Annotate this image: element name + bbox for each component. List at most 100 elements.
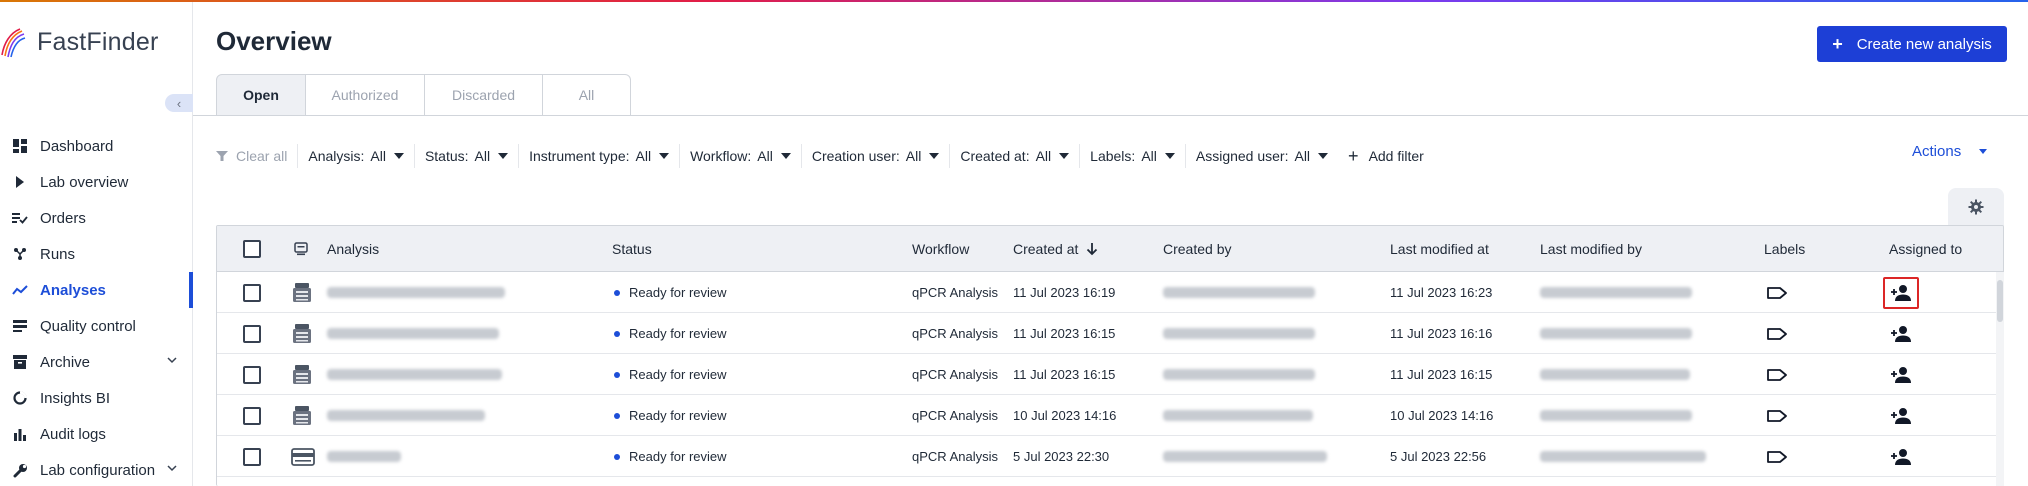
label-tag-icon[interactable] — [1766, 313, 1788, 354]
quality-control-icon — [12, 318, 28, 334]
dashboard-icon — [12, 138, 28, 154]
created-at-cell: 11 Jul 2023 16:15 — [1013, 326, 1116, 341]
brand[interactable]: FastFinder — [0, 24, 158, 60]
collapse-sidebar-button[interactable]: ‹ — [165, 94, 193, 112]
label-tag-icon[interactable] — [1766, 395, 1788, 436]
filter-creation-user[interactable]: Creation user: All — [812, 141, 940, 171]
top-accent-line — [0, 0, 2028, 2]
sidebar-item-label: Insights BI — [40, 389, 111, 407]
tab-open[interactable]: Open — [216, 74, 306, 116]
table-settings-button[interactable] — [1948, 188, 2004, 226]
column-header-last-modified-at[interactable]: Last modified at — [1390, 226, 1489, 272]
filter-label: Status: — [424, 148, 469, 164]
column-header-last-modified-by[interactable]: Last modified by — [1540, 226, 1642, 272]
sidebar-item-lab-configuration[interactable]: Lab configuration — [0, 452, 193, 486]
row-checkbox[interactable] — [243, 283, 261, 302]
filter-divider — [949, 144, 951, 168]
caret-down-icon — [1318, 153, 1329, 159]
row-checkbox[interactable] — [243, 365, 261, 384]
column-header-workflow[interactable]: Workflow — [912, 226, 969, 272]
created-at-cell: 5 Jul 2023 22:30 — [1013, 449, 1110, 464]
sidebar-item-quality-control[interactable]: Quality control — [0, 308, 193, 344]
caret-down-icon — [498, 153, 509, 159]
row-checkbox[interactable] — [243, 406, 261, 425]
filter-labels[interactable]: Labels: All — [1090, 141, 1175, 171]
filter-instrument-type[interactable]: Instrument type: All — [529, 141, 670, 171]
column-header-assigned-to[interactable]: Assigned to — [1889, 226, 1962, 272]
filter-label: Instrument type: — [529, 148, 630, 164]
instrument-icon — [291, 354, 313, 395]
filter-analysis[interactable]: Analysis: All — [308, 141, 404, 171]
table-row[interactable]: Ready for review qPCR Analysis 11 Jul 20… — [217, 313, 2003, 354]
gear-icon — [1968, 199, 1984, 215]
tab-all[interactable]: All — [543, 74, 631, 116]
instrument-icon — [291, 313, 313, 354]
instrument-icon — [291, 272, 313, 313]
created-at-cell: 10 Jul 2023 14:16 — [1013, 408, 1117, 423]
wrench-icon — [12, 462, 28, 478]
analysis-name-redacted — [327, 436, 401, 477]
last-modified-at-cell: 11 Jul 2023 16:15 — [1390, 367, 1493, 382]
filter-divider — [1079, 144, 1081, 168]
filter-assigned-user[interactable]: Assigned user: All — [1196, 141, 1329, 171]
sidebar-item-runs[interactable]: Runs — [0, 236, 193, 272]
scrollbar-thumb[interactable] — [1997, 280, 2003, 322]
filter-workflow[interactable]: Workflow: All — [690, 141, 791, 171]
label-tag-icon[interactable] — [1766, 354, 1788, 395]
archive-icon — [12, 354, 28, 370]
column-header-status[interactable]: Status — [612, 226, 652, 272]
status-dot — [614, 412, 620, 419]
sidebar-item-archive[interactable]: Archive — [0, 344, 193, 380]
status-cell: Ready for review — [614, 272, 727, 313]
add-filter-button[interactable]: + Add filter — [1348, 146, 1424, 167]
sidebar-item-lab-overview[interactable]: Lab overview — [0, 164, 193, 200]
table-row[interactable]: Ready for review qPCR Analysis 5 Jul 202… — [217, 436, 2003, 477]
label-tag-icon[interactable] — [1766, 436, 1788, 477]
column-header-analysis[interactable]: Analysis — [327, 226, 379, 272]
column-header-created-at[interactable]: Created at — [1013, 226, 1098, 272]
table-row[interactable]: Ready for review qPCR Analysis 10 Jul 20… — [217, 395, 2003, 436]
table-row[interactable]: Ready for review qPCR Analysis 11 Jul 20… — [217, 354, 2003, 395]
filter-value: All — [1141, 148, 1157, 164]
status-text: Ready for review — [629, 408, 727, 423]
filter-divider — [518, 144, 520, 168]
assign-user-button[interactable] — [1883, 441, 1919, 473]
status-dot — [614, 330, 620, 337]
sidebar-item-insights-bi[interactable]: Insights BI — [0, 380, 193, 416]
clear-all-filters-button[interactable]: Clear all — [216, 141, 287, 171]
filter-value: All — [1035, 148, 1052, 164]
select-all-checkbox[interactable] — [243, 240, 261, 258]
tab-discarded[interactable]: Discarded — [425, 74, 543, 116]
row-checkbox[interactable] — [243, 324, 261, 343]
sidebar-item-orders[interactable]: Orders — [0, 200, 193, 236]
tab-authorized[interactable]: Authorized — [306, 74, 425, 116]
filter-status[interactable]: Status: All — [424, 141, 509, 171]
clear-all-label: Clear all — [236, 148, 288, 164]
row-checkbox[interactable] — [243, 447, 261, 466]
sidebar-item-label: Lab configuration — [40, 461, 156, 479]
filter-label: Creation user: — [811, 148, 900, 164]
type-column-icon — [294, 226, 308, 272]
caret-down-icon — [929, 153, 940, 159]
actions-dropdown[interactable]: Actions — [1912, 141, 1988, 161]
column-header-labels[interactable]: Labels — [1764, 226, 1805, 272]
status-cell: Ready for review — [614, 436, 727, 477]
insights-icon — [12, 390, 28, 406]
table-scrollbar[interactable] — [1996, 272, 2004, 486]
sidebar-nav: Dashboard Lab overview Orders Runs Analy… — [0, 128, 193, 486]
sidebar-item-dashboard[interactable]: Dashboard — [0, 128, 193, 164]
table-row[interactable]: Ready for review qPCR Analysis 11 Jul 20… — [217, 272, 2003, 313]
assign-user-button[interactable] — [1883, 400, 1919, 432]
create-new-analysis-button[interactable]: + Create new analysis — [1817, 26, 2007, 62]
plate-icon — [291, 436, 315, 477]
label-tag-icon[interactable] — [1766, 272, 1788, 313]
assign-user-button[interactable] — [1883, 359, 1919, 391]
last-modified-at-cell: 5 Jul 2023 22:56 — [1390, 449, 1487, 464]
column-header-created-by[interactable]: Created by — [1163, 226, 1231, 272]
sidebar-item-analyses[interactable]: Analyses — [0, 272, 193, 308]
filter-created-at[interactable]: Created at: All — [960, 141, 1070, 171]
sidebar-item-audit-logs[interactable]: Audit logs — [0, 416, 193, 452]
caret-down-icon — [659, 153, 670, 159]
assign-user-button[interactable] — [1883, 276, 1919, 309]
assign-user-button[interactable] — [1883, 318, 1919, 350]
